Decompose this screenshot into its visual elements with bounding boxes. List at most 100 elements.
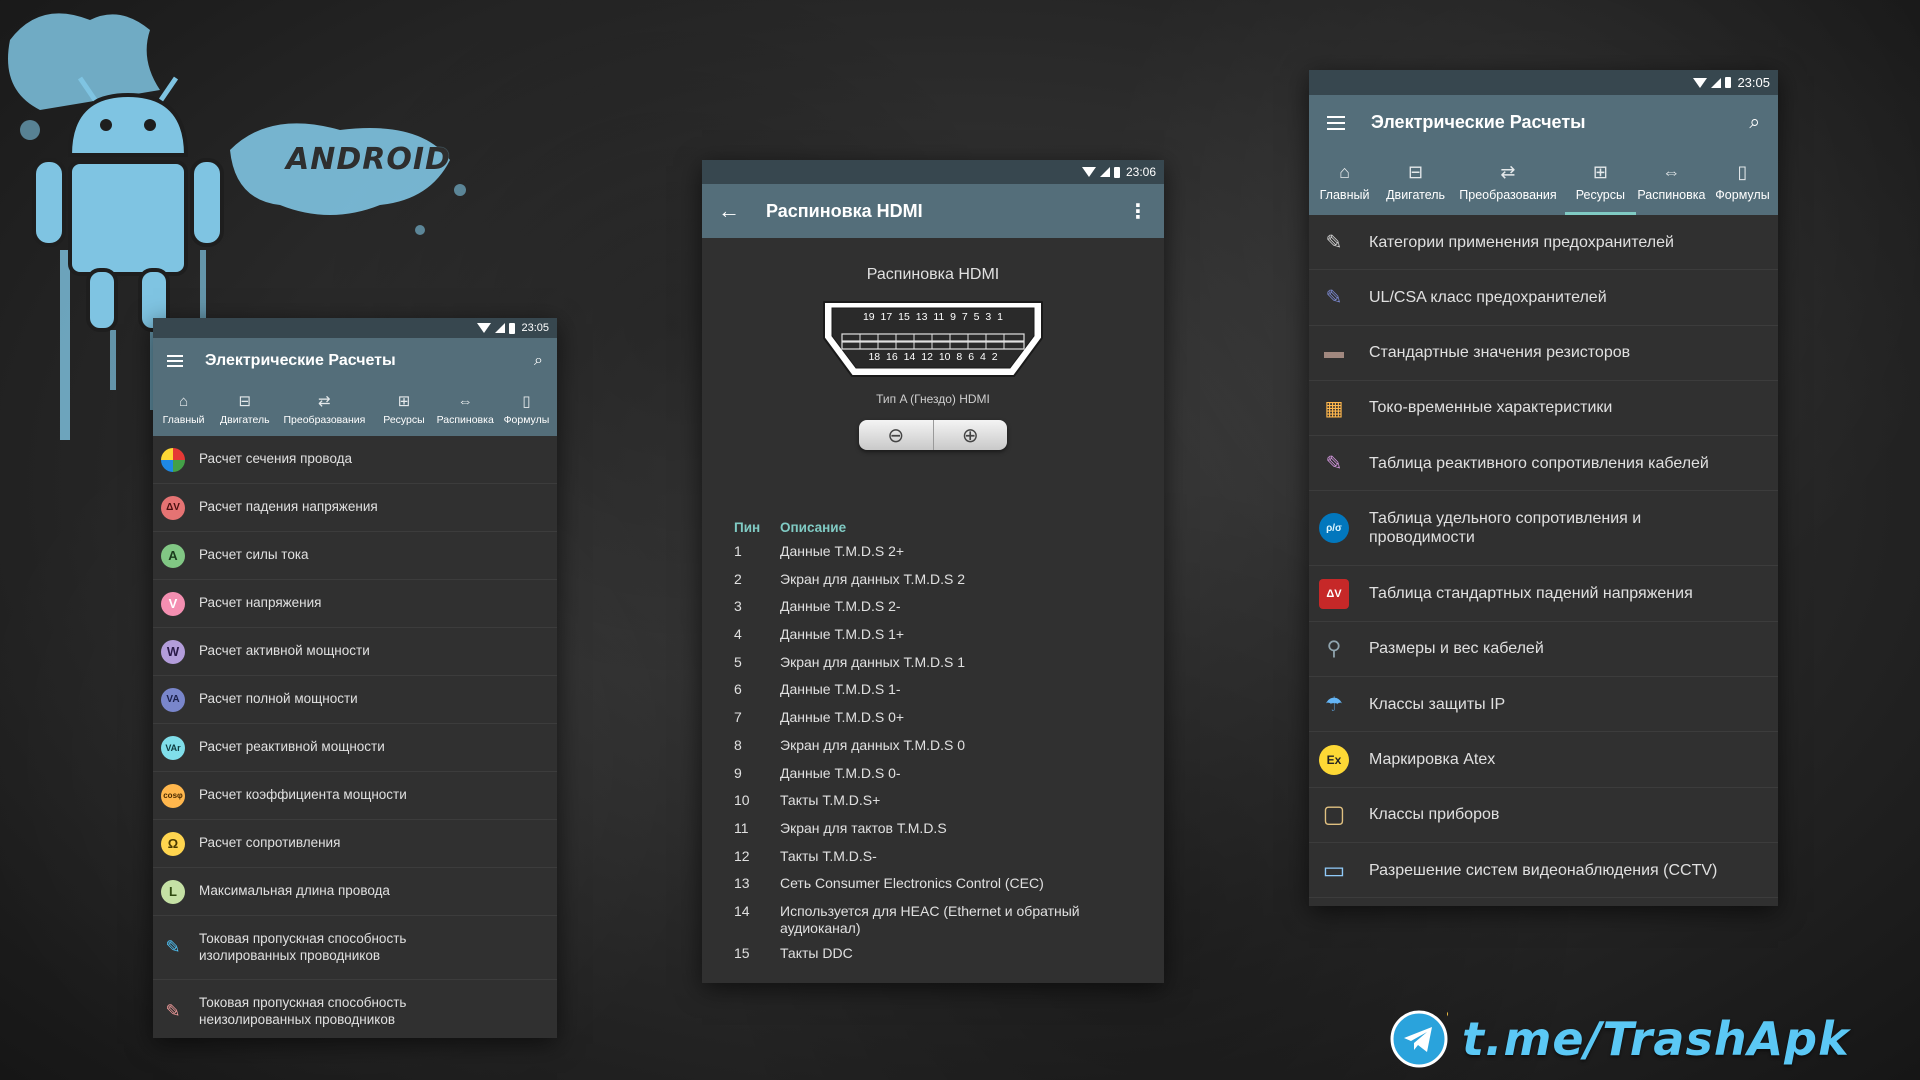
home-icon: ⌂ xyxy=(179,392,189,410)
ip-protection-icon: ☂ xyxy=(1325,693,1343,716)
cable-size-icon: ⚲ xyxy=(1326,638,1342,661)
volt-icon: V xyxy=(161,591,185,616)
zoom-in-icon[interactable]: ⊕ xyxy=(932,420,1008,450)
section-heading: Распиновка HDMI xyxy=(866,266,1000,283)
telegram-icon xyxy=(1390,1010,1448,1068)
list-item-power-factor[interactable]: cosφ Расчет коэффициента мощности xyxy=(153,772,557,820)
app-bar: Электрические Расчеты ⌕ xyxy=(1309,95,1778,150)
tab-bar: ⌂ Главный ⊟ Двигатель ⇄ Преобразования ⊞ Рес… xyxy=(1309,150,1778,215)
tab-motor[interactable]: ⊟ Двигатель xyxy=(1380,150,1451,215)
status-icons xyxy=(1081,166,1120,178)
list-item-insulated-ampacity[interactable]: ✎ Токовая пропускная способность изолиров… xyxy=(153,916,557,980)
connector-top-pin-numbers: 19 17 15 13 11 9 7 5 3 1 xyxy=(862,311,1004,323)
tab-home[interactable]: ⌂ Главный xyxy=(1309,150,1380,215)
list-item-cable-sizes[interactable]: ⚲ Размеры и вес кабелей xyxy=(1309,622,1778,678)
table-row: 15 Такты DDC xyxy=(734,944,853,961)
list-item-ulcsa-fuse-class[interactable]: ✎ UL/CSA класс предохранителей xyxy=(1309,270,1778,326)
hdmi-connector-diagram: 19 17 15 13 11 9 7 5 3 1 18 16 14 12 10 … xyxy=(702,296,1164,382)
app-title: Электрические Расчеты xyxy=(205,351,396,369)
table-row: 12 Такты T.M.D.S- xyxy=(734,847,877,864)
list-item-bare-ampacity[interactable]: ✎ Токовая пропускная способность неизолир… xyxy=(153,980,557,1038)
back-arrow-icon[interactable]: ← xyxy=(718,198,740,224)
tab-conversions[interactable]: ⇄ Преобразования xyxy=(275,383,373,436)
motor-icon: ⊟ xyxy=(1408,162,1424,183)
wifi-icon xyxy=(477,323,492,333)
length-icon: L xyxy=(161,879,185,904)
telegram-watermark: t.me/TrashApk xyxy=(1390,1010,1850,1068)
bare-wire-icon: ✎ xyxy=(165,1001,181,1021)
table-row: 9 Данные T.M.D.S 0- xyxy=(734,764,901,781)
table-icon: ⊞ xyxy=(1592,162,1608,183)
tab-formulas[interactable]: ▯ Формулы xyxy=(1707,150,1778,215)
list-item-reactive-power[interactable]: VAr Расчет реактивной мощности xyxy=(153,724,557,772)
color-wheel-icon xyxy=(161,447,185,472)
table-row: 13 Сеть Consumer Electronics Control (CEC… xyxy=(734,875,1044,892)
list-item-wire-section[interactable]: Расчет сечения провода xyxy=(153,436,557,484)
wifi-icon xyxy=(1693,77,1708,88)
tab-resources[interactable]: ⊞ Ресурсы xyxy=(373,383,434,436)
book-icon: ▯ xyxy=(522,392,531,410)
graph-icon: ▦ xyxy=(1324,397,1344,420)
hdmi-pinout-screen: 23:06 ← Распиновка HDMI ⋮ Распиновка HDM… xyxy=(702,160,1164,983)
resistor-icon: ▬ xyxy=(1324,341,1344,364)
telegram-handle: t.me/TrashApk xyxy=(1462,1012,1850,1066)
list-item-cctv[interactable]: ▭ Разрешение систем видеонаблюдения (CCTV… xyxy=(1309,843,1778,899)
hdmi-connector-shape xyxy=(823,301,1043,377)
tab-pinout[interactable]: ⇔ Распиновка xyxy=(1636,150,1707,215)
list-item-resistivity-table[interactable]: ρ/σ Таблица удельного сопротивления и про… xyxy=(1309,491,1778,567)
list-item-ip-classes[interactable]: ☂ Классы защиты IP xyxy=(1309,677,1778,733)
list-item-voltage-drop[interactable]: ΔV Расчет падения напряжения xyxy=(153,484,557,532)
resources-list: ✎ Категории применения предохранителей ✎ U… xyxy=(1309,215,1778,899)
pinout-table: Пин Описание 1 Данные T.M.D.S 2+ 2 Экран д… xyxy=(734,520,1144,973)
connector-caption: Тип A (Гнездо) HDMI xyxy=(876,392,990,406)
menu-icon[interactable] xyxy=(1327,115,1345,130)
table-row: 4 Данные T.M.D.S 1+ xyxy=(734,626,905,643)
ampere-icon: A xyxy=(161,543,185,568)
resources-screen: 23:05 Электрические Расчеты ⌕ ⌂ Главный ⊟… xyxy=(1309,70,1778,906)
signal-icon xyxy=(495,323,506,333)
list-item-voltage[interactable]: V Расчет напряжения xyxy=(153,580,557,628)
convert-icon: ⇄ xyxy=(1500,162,1516,183)
main-calculations-screen: 23:05 Электрические Расчеты ⌕ ⌂ Главный ⊟… xyxy=(153,318,557,1038)
cable-icon: ✎ xyxy=(1325,452,1343,475)
tab-motor[interactable]: ⊟ Двигатель xyxy=(214,383,275,436)
menu-icon[interactable] xyxy=(167,354,183,367)
list-item-active-power[interactable]: W Расчет активной мощности xyxy=(153,628,557,676)
device-class-icon: ▢ xyxy=(1322,801,1346,829)
status-bar: 23:06 xyxy=(702,160,1164,184)
status-time: 23:06 xyxy=(1125,165,1156,179)
tab-formulas[interactable]: ▯ Формулы xyxy=(496,383,557,436)
convert-icon: ⇄ xyxy=(318,392,331,410)
motor-icon: ⊟ xyxy=(238,392,252,410)
list-item-apparent-power[interactable]: VA Расчет полной мощности xyxy=(153,676,557,724)
list-item-time-current[interactable]: ▦ Токо-временные характеристики xyxy=(1309,381,1778,437)
list-item-atex[interactable]: Ex Маркировка Atex xyxy=(1309,732,1778,788)
list-item-max-length[interactable]: L Максимальная длина провода xyxy=(153,868,557,916)
status-bar: 23:05 xyxy=(153,318,557,338)
overflow-menu-icon[interactable]: ⋮ xyxy=(1128,199,1148,224)
list-item-fuse-categories[interactable]: ✎ Категории применения предохранителей xyxy=(1309,215,1778,271)
column-header-pin: Пин xyxy=(734,520,761,535)
list-item-resistor-values[interactable]: ▬ Стандартные значения резисторов xyxy=(1309,326,1778,381)
atex-icon: Ex xyxy=(1319,744,1349,775)
tab-pinout[interactable]: ⇔ Распиновка xyxy=(435,383,496,436)
list-item-resistance[interactable]: Ω Расчет сопротивления xyxy=(153,820,557,868)
status-icons xyxy=(477,322,516,334)
table-row: 7 Данные T.M.D.S 0+ xyxy=(734,709,905,726)
tab-home[interactable]: ⌂ Главный xyxy=(153,383,214,436)
table-row: 5 Экран для данных T.M.D.S 1 xyxy=(734,653,966,670)
tab-resources[interactable]: ⊞ Ресурсы xyxy=(1564,150,1636,215)
table-row: 3 Данные T.M.D.S 2- xyxy=(734,598,901,615)
zoom-out-icon[interactable]: ⊖ xyxy=(859,420,933,450)
search-icon[interactable]: ⌕ xyxy=(1749,112,1760,134)
tab-bar: ⌂ Главный ⊟ Двигатель ⇄ Преобразования ⊞ Рес… xyxy=(153,383,557,436)
search-icon[interactable]: ⌕ xyxy=(534,352,543,370)
tab-conversions[interactable]: ⇄ Преобразования xyxy=(1451,150,1565,215)
list-item-current[interactable]: A Расчет силы тока xyxy=(153,532,557,580)
app-bar: ← Распиновка HDMI ⋮ xyxy=(702,184,1164,238)
hdmi-connector: 19 17 15 13 11 9 7 5 3 1 18 16 14 12 10 … xyxy=(818,296,1048,382)
list-item-cable-reactance[interactable]: ✎ Таблица реактивного сопротивления кабел… xyxy=(1309,436,1778,492)
list-item-device-classes[interactable]: ▢ Классы приборов xyxy=(1309,788,1778,843)
status-icons xyxy=(1693,77,1732,88)
list-item-voltage-drop-table[interactable]: ΔV Таблица стандартных падений напряжения xyxy=(1309,566,1778,622)
